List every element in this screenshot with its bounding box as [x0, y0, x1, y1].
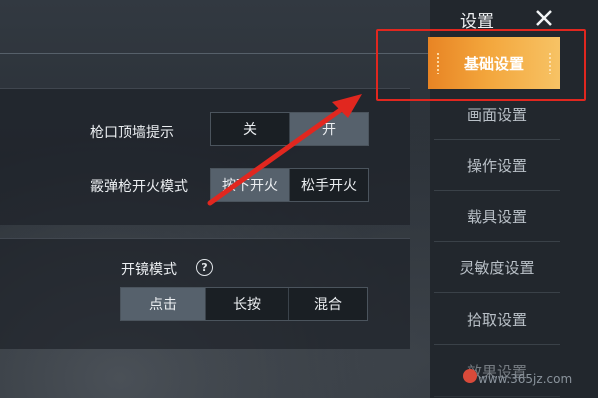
watermark: www.365jz.com	[478, 372, 573, 386]
annotation-arrow-icon	[207, 94, 362, 206]
watermark-logo-icon	[463, 369, 477, 383]
